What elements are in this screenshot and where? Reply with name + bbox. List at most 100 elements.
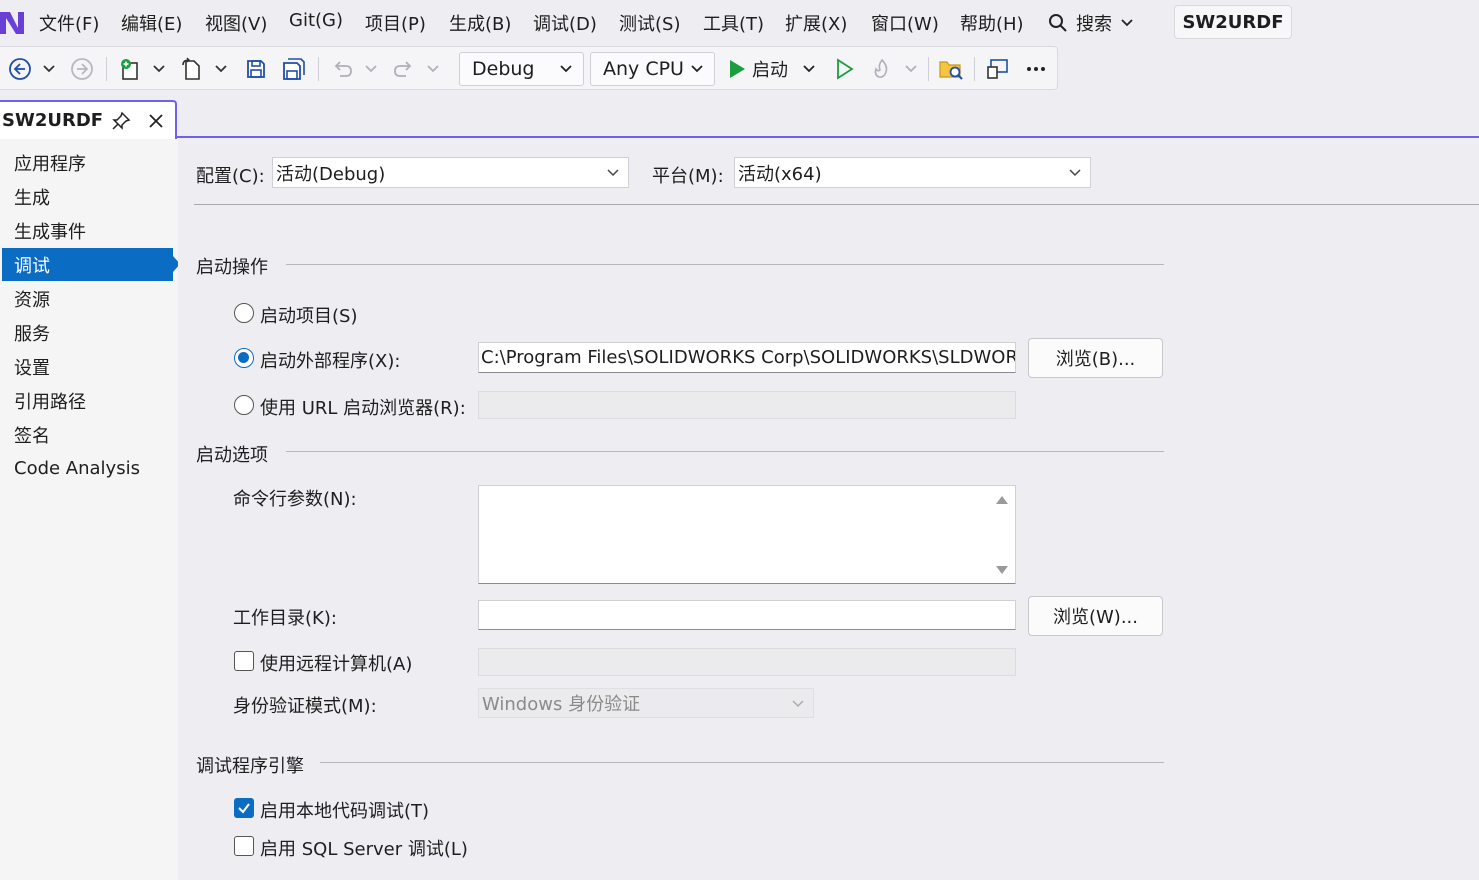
native-code-debugging-checkbox[interactable] xyxy=(234,798,254,818)
configuration-label: 配置(C): xyxy=(196,166,265,187)
property-page-nav: 应用程序 生成 生成事件 调试 资源 服务 设置 引用路径 签名 Code An… xyxy=(0,139,178,880)
open-dropdown-button[interactable] xyxy=(210,55,232,83)
nav-item-build-events[interactable]: 生成事件 xyxy=(2,214,173,247)
start-url-input[interactable] xyxy=(478,391,1016,419)
command-line-args-label: 命令行参数(N): xyxy=(233,489,357,510)
sql-server-debugging-checkbox[interactable] xyxy=(234,836,254,856)
start-url-label[interactable]: 使用 URL 启动浏览器(R): xyxy=(260,394,466,420)
use-remote-machine-label[interactable]: 使用远程计算机(A) xyxy=(260,650,412,676)
hot-reload-button[interactable] xyxy=(868,55,896,83)
external-program-path-input[interactable]: C:\Program Files\SOLIDWORKS Corp\SOLIDWO… xyxy=(478,342,1016,373)
nav-item-reference-paths[interactable]: 引用路径 xyxy=(2,384,173,417)
menu-git[interactable]: Git(G) xyxy=(289,10,343,31)
configuration-value: 活动(Debug) xyxy=(276,163,386,185)
hot-reload-flame-icon xyxy=(874,58,888,78)
navigate-forward-button[interactable] xyxy=(68,55,96,83)
start-without-debugging-button[interactable] xyxy=(830,55,858,83)
nav-item-resources[interactable]: 资源 xyxy=(2,282,173,315)
menu-file[interactable]: 文件(F) xyxy=(39,10,99,36)
nav-item-code-analysis[interactable]: Code Analysis xyxy=(2,452,173,485)
start-external-program-radio[interactable] xyxy=(234,348,254,368)
solution-configuration-combo[interactable]: Debug xyxy=(459,52,584,86)
menu-project[interactable]: 项目(P) xyxy=(365,10,426,36)
use-remote-machine-checkbox[interactable] xyxy=(234,651,254,671)
menu-view[interactable]: 视图(V) xyxy=(205,10,267,36)
search-box[interactable]: 搜索 xyxy=(1048,10,1134,36)
menu-test[interactable]: 测试(S) xyxy=(619,10,680,36)
open-file-button[interactable] xyxy=(178,55,206,83)
save-all-button[interactable] xyxy=(280,55,308,83)
toolbar-separator xyxy=(318,57,319,81)
debugger-engines-heading: 调试程序引擎 xyxy=(196,756,304,777)
start-project-radio[interactable] xyxy=(234,303,254,323)
working-directory-input[interactable] xyxy=(478,600,1016,630)
search-icon xyxy=(1049,14,1067,32)
configuration-dropdown[interactable]: 活动(Debug) xyxy=(272,157,629,188)
toolbar-overflow-button[interactable] xyxy=(1022,55,1050,83)
scroll-up-arrow-icon[interactable] xyxy=(996,496,1008,504)
navigate-back-button[interactable] xyxy=(6,55,34,83)
scroll-down-arrow-icon[interactable] xyxy=(996,566,1008,574)
toolbar-separator xyxy=(106,57,107,81)
auth-mode-label: 身份验证模式(M): xyxy=(233,696,377,717)
nav-item-build[interactable]: 生成 xyxy=(2,180,173,213)
undo-dropdown-button[interactable] xyxy=(360,55,382,83)
solution-platform-combo[interactable]: Any CPU xyxy=(590,52,715,86)
visual-studio-logo-icon[interactable] xyxy=(0,8,24,36)
menu-debug[interactable]: 调试(D) xyxy=(533,10,597,36)
platform-label: 平台(M): xyxy=(652,166,724,187)
debug-property-page: 配置(C): 活动(Debug) 平台(M): 活动(x64) 启动操作 启动项… xyxy=(178,139,1479,880)
hot-reload-dropdown-button[interactable] xyxy=(900,55,922,83)
command-line-args-textarea[interactable] xyxy=(478,485,1016,584)
menu-help[interactable]: 帮助(H) xyxy=(960,10,1024,36)
tab-title: SW2URDF xyxy=(2,110,104,131)
new-project-button[interactable] xyxy=(116,55,144,83)
menu-window[interactable]: 窗口(W) xyxy=(871,10,939,36)
redo-button[interactable] xyxy=(390,55,418,83)
menu-tools[interactable]: 工具(T) xyxy=(703,10,764,36)
chevron-down-icon xyxy=(905,65,917,73)
nav-item-services[interactable]: 服务 xyxy=(2,316,173,349)
close-icon[interactable] xyxy=(146,111,166,131)
pin-icon[interactable] xyxy=(111,111,131,131)
chevron-down-icon xyxy=(803,65,815,73)
browse-working-directory-button[interactable]: 浏览(W)... xyxy=(1028,596,1163,636)
remote-machine-input[interactable] xyxy=(478,648,1016,676)
sql-server-debugging-label[interactable]: 启用 SQL Server 调试(L) xyxy=(260,835,468,861)
undo-button[interactable] xyxy=(328,55,356,83)
chevron-down-icon xyxy=(691,65,703,73)
native-code-debugging-label[interactable]: 启用本地代码调试(T) xyxy=(260,797,429,823)
nav-item-settings[interactable]: 设置 xyxy=(2,350,173,383)
start-dropdown-button[interactable] xyxy=(798,55,820,83)
chevron-down-icon xyxy=(215,65,227,73)
menu-build[interactable]: 生成(B) xyxy=(449,10,511,36)
start-external-program-label[interactable]: 启动外部程序(X): xyxy=(260,347,400,373)
start-url-radio[interactable] xyxy=(234,395,254,415)
nav-item-application[interactable]: 应用程序 xyxy=(2,146,173,179)
start-project-label[interactable]: 启动项目(S) xyxy=(260,302,357,328)
undo-icon xyxy=(334,61,352,77)
new-dropdown-button[interactable] xyxy=(148,55,170,83)
tab-sw2urdf[interactable]: SW2URDF xyxy=(0,100,177,139)
redo-dropdown-button[interactable] xyxy=(422,55,444,83)
find-in-files-button[interactable] xyxy=(936,55,966,83)
auth-mode-dropdown[interactable]: Windows 身份验证 xyxy=(478,688,814,718)
menu-edit[interactable]: 编辑(E) xyxy=(121,10,182,36)
save-button[interactable] xyxy=(242,55,270,83)
chevron-down-icon xyxy=(792,700,804,708)
solution-name-badge[interactable]: SW2URDF xyxy=(1174,5,1292,39)
menu-extensions[interactable]: 扩展(X) xyxy=(785,10,847,36)
solution-platform-value: Any CPU xyxy=(603,58,684,80)
chevron-down-icon xyxy=(1121,19,1133,27)
nav-item-signing[interactable]: 签名 xyxy=(2,418,173,451)
open-file-icon xyxy=(182,57,200,80)
tab-underline xyxy=(177,136,1479,138)
live-share-button[interactable] xyxy=(984,55,1012,83)
back-dropdown-button[interactable] xyxy=(38,55,60,83)
browse-program-button[interactable]: 浏览(B)... xyxy=(1028,338,1163,378)
nav-item-debug[interactable]: 调试 xyxy=(2,248,173,281)
start-debugging-button[interactable]: 启动 xyxy=(728,55,794,83)
menu-bar: 文件(F) 编辑(E) 视图(V) Git(G) 项目(P) 生成(B) 调试(… xyxy=(0,0,1479,44)
search-label: 搜索 xyxy=(1076,14,1112,35)
platform-dropdown[interactable]: 活动(x64) xyxy=(734,157,1091,188)
